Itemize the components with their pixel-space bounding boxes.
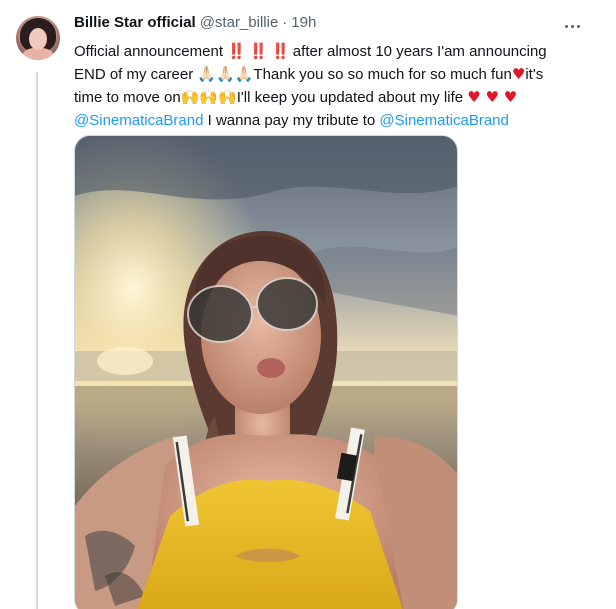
- text-part: I'll keep you updated about my life: [236, 89, 468, 106]
- selfie-photo-illustration: [75, 136, 457, 609]
- avatar[interactable]: [16, 16, 60, 60]
- more-options-button[interactable]: [560, 14, 584, 38]
- user-handle[interactable]: @star_billie: [200, 13, 279, 33]
- tweet-content: Billie Star official @star_billie · 19h …: [74, 12, 554, 132]
- text-part: Official announcement: [74, 43, 228, 60]
- more-horizontal-icon: [564, 24, 568, 28]
- tweet[interactable]: Billie Star official @star_billie · 19h …: [0, 0, 616, 609]
- tweet-text: Official announcement ‼️ ‼️ ‼️ after alm…: [74, 40, 556, 132]
- thread-line: [36, 72, 38, 609]
- timestamp[interactable]: 19h: [291, 13, 316, 33]
- text-part: I wanna pay my tribute to: [203, 112, 380, 129]
- tweet-photo[interactable]: [74, 135, 458, 609]
- more-horizontal-icon-dot: [576, 24, 580, 28]
- text-part: Thank you so so much for so much fun: [253, 66, 512, 83]
- double-exclamation-emoji: ‼️ ‼️ ‼️: [227, 42, 289, 60]
- avatar-face: [29, 28, 47, 50]
- praying-hands-emoji: 🙏🏻🙏🏻🙏🏻: [197, 65, 254, 83]
- display-name[interactable]: Billie Star official: [74, 13, 196, 33]
- red-heart-emoji: ♥: [511, 65, 526, 83]
- more-horizontal-icon-dot: [570, 24, 574, 28]
- red-hearts-emoji: ♥ ♥ ♥: [467, 88, 518, 106]
- separator-dot: ·: [282, 14, 288, 31]
- raising-hands-emoji: 🙌🙌🙌: [180, 88, 237, 106]
- mention-link[interactable]: @SinematicaBrand: [379, 112, 508, 129]
- tweet-header: Billie Star official @star_billie · 19h: [74, 12, 554, 34]
- mention-link[interactable]: @SinematicaBrand: [74, 112, 203, 129]
